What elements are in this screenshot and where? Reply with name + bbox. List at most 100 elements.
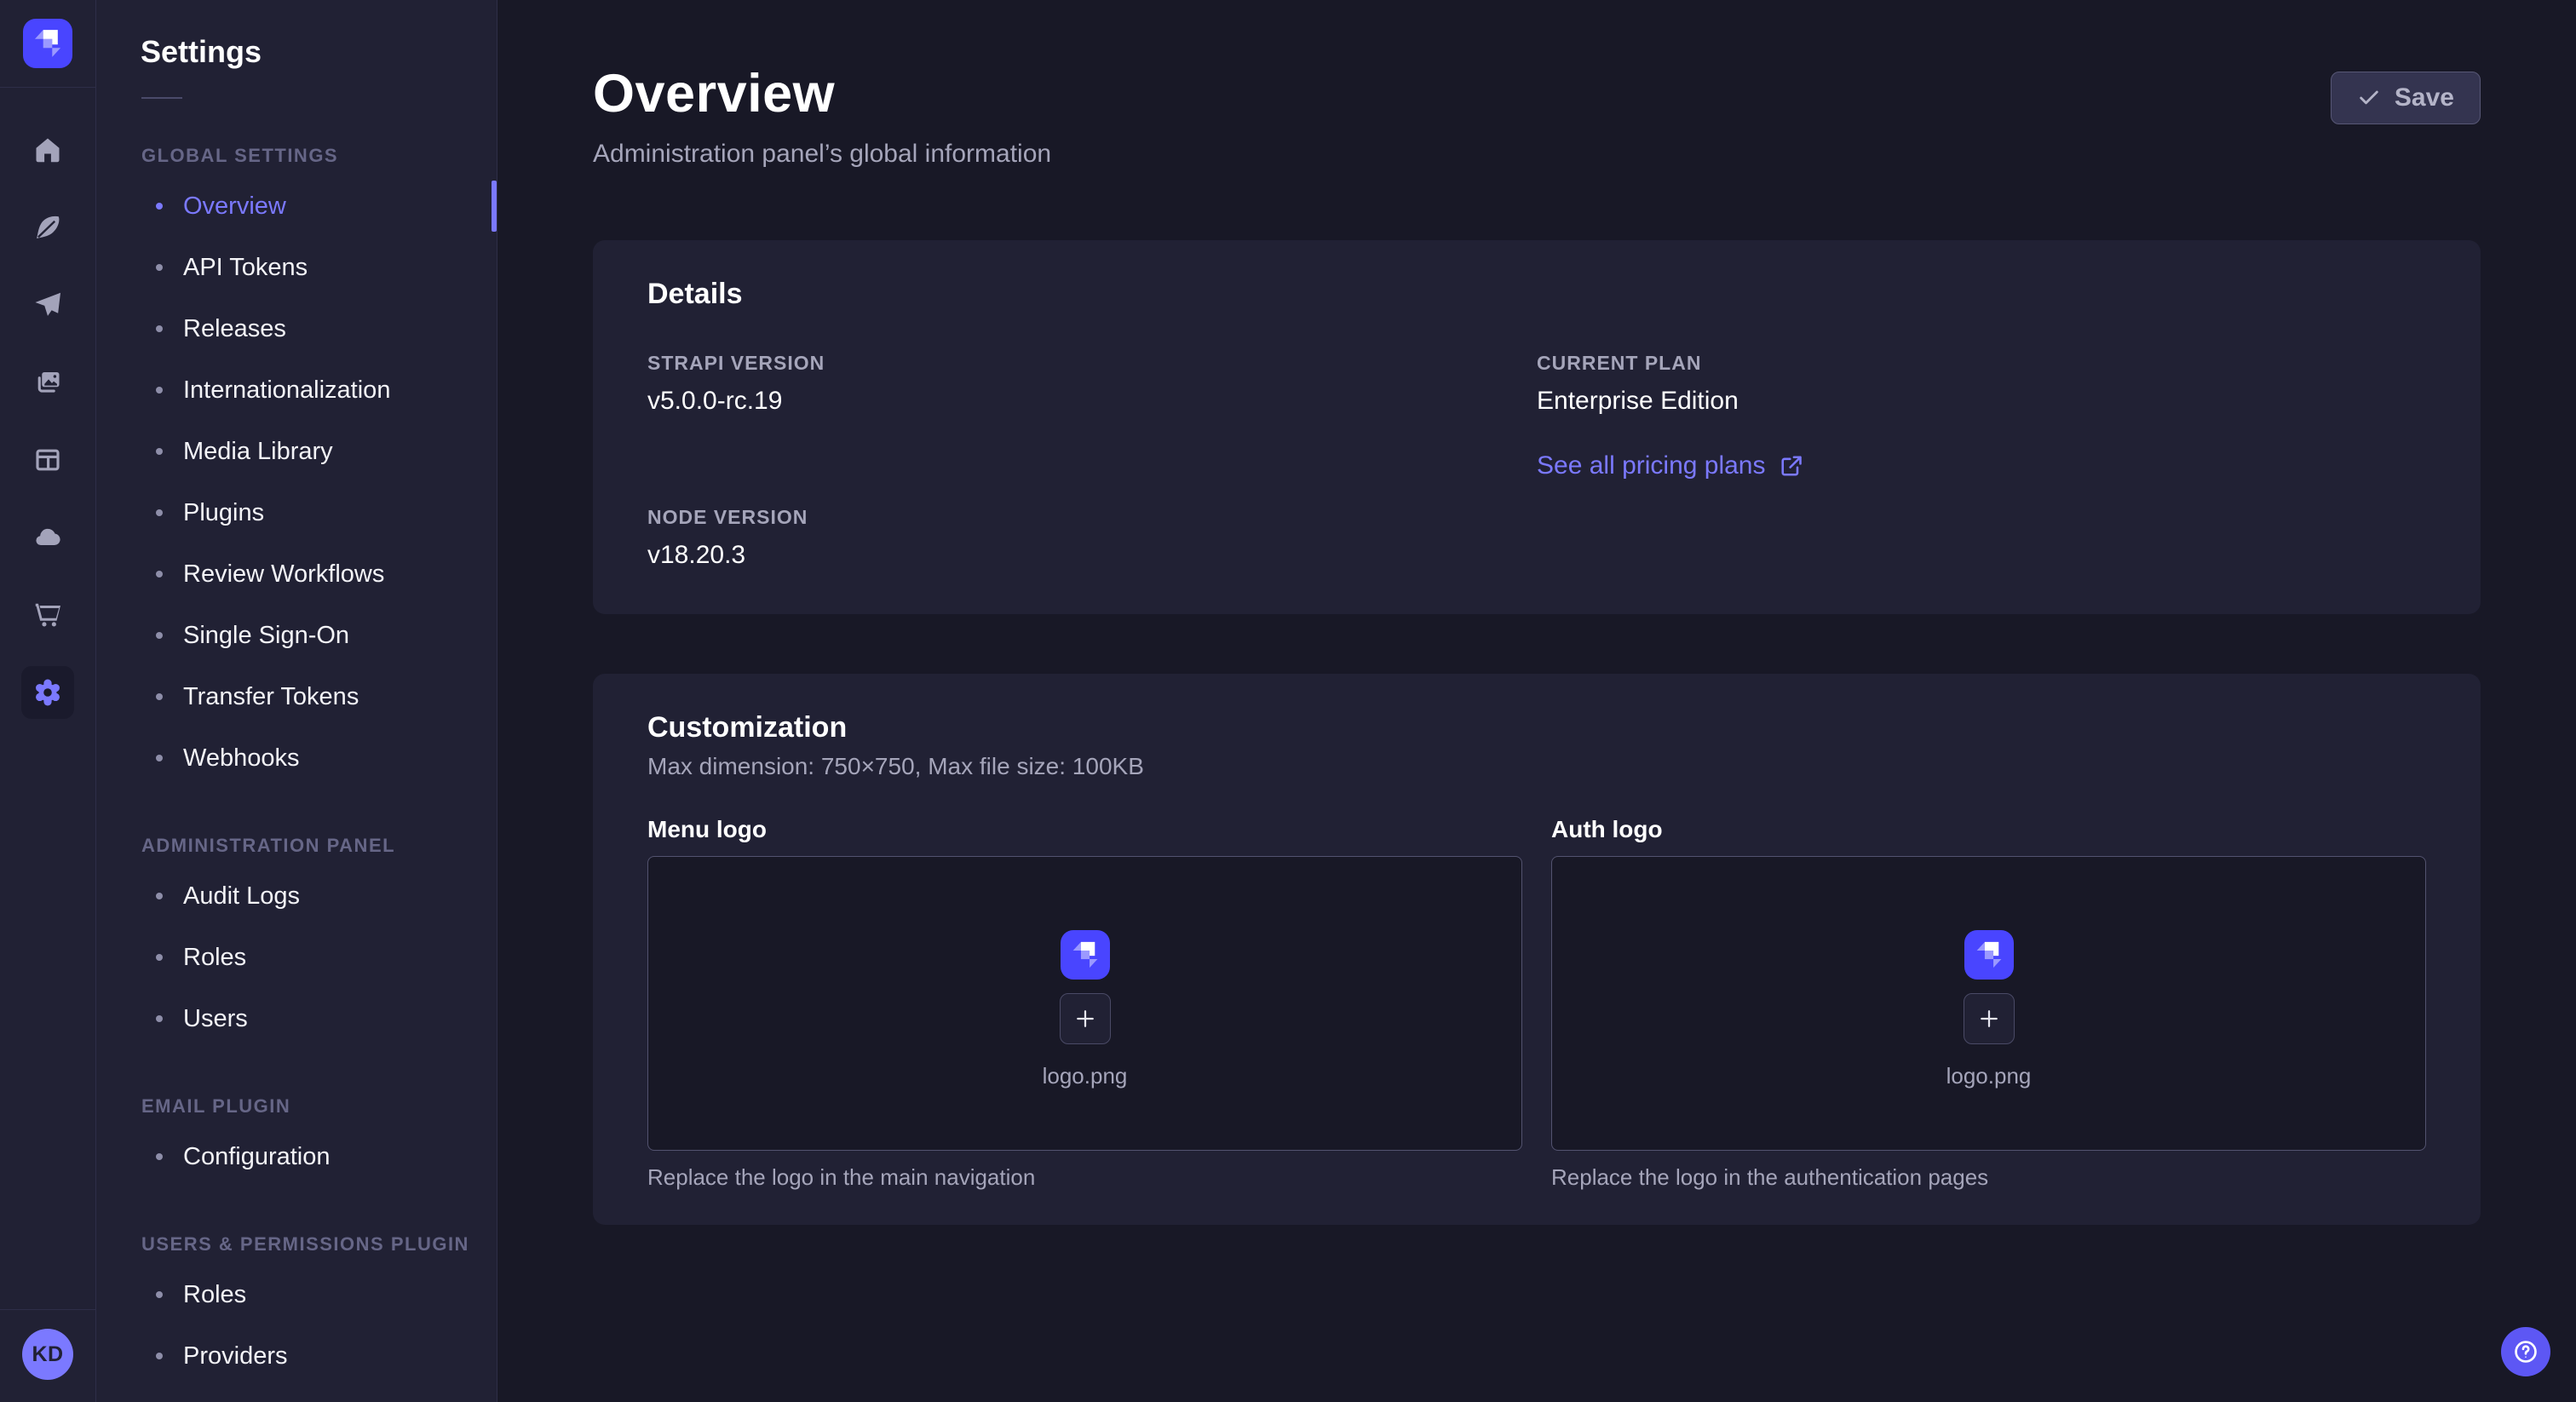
subnav-item-overview[interactable]: Overview — [96, 175, 497, 237]
menu-logo-caption: Replace the logo in the main navigation — [647, 1164, 1522, 1191]
details-left-column: STRAPI VERSION v5.0.0-rc.19 NODE VERSION… — [647, 352, 1537, 570]
users-permissions-list: Roles Providers — [96, 1264, 497, 1387]
bullet-icon — [156, 1291, 163, 1298]
subnav-title: Settings — [141, 34, 497, 70]
page-header: Overview Administration panel’s global i… — [593, 0, 2481, 169]
details-grid: STRAPI VERSION v5.0.0-rc.19 NODE VERSION… — [647, 352, 2426, 570]
auth-logo-preview — [1964, 930, 2014, 980]
details-title: Details — [647, 278, 2426, 311]
menu-logo-label: Menu logo — [647, 816, 1522, 843]
home-icon[interactable] — [24, 126, 72, 174]
administration-panel-list: Audit Logs Roles Users — [96, 865, 497, 1049]
pricing-plans-link[interactable]: See all pricing plans — [1537, 451, 1803, 480]
menu-logo-block: Menu logo logo.png Replace the logo in t… — [647, 816, 1522, 1191]
feather-content-icon[interactable] — [24, 204, 72, 251]
marketplace-cart-icon[interactable] — [24, 591, 72, 639]
auth-logo-label: Auth logo — [1551, 816, 2426, 843]
subnav-item-plugins[interactable]: Plugins — [96, 482, 497, 543]
subnav-divider — [141, 97, 182, 99]
bullet-icon — [156, 893, 163, 899]
bullet-icon — [156, 571, 163, 577]
bullet-icon — [156, 448, 163, 455]
menu-logo-dropzone[interactable]: logo.png — [647, 856, 1522, 1151]
user-avatar[interactable]: KD — [22, 1329, 73, 1380]
page-title: Overview — [593, 63, 1051, 124]
bullet-icon — [156, 693, 163, 700]
page-subtitle: Administration panel’s global informatio… — [593, 140, 1051, 169]
subnav-item-admin-roles[interactable]: Roles — [96, 927, 497, 988]
content-layout-icon[interactable] — [24, 436, 72, 484]
subnav-item-single-sign-on[interactable]: Single Sign-On — [96, 605, 497, 666]
rail-icon-list — [21, 88, 74, 719]
bullet-icon — [156, 264, 163, 271]
bullet-icon — [156, 1153, 163, 1160]
strapi-logo-icon — [1974, 937, 2004, 973]
subnav-item-up-roles[interactable]: Roles — [96, 1264, 497, 1325]
node-version-field: NODE VERSION v18.20.3 — [647, 506, 1537, 570]
plus-icon — [1976, 1006, 2002, 1031]
bullet-icon — [156, 954, 163, 961]
auth-logo-add-button[interactable] — [1964, 993, 2015, 1044]
media-library-icon[interactable] — [24, 359, 72, 406]
subnav-item-transfer-tokens[interactable]: Transfer Tokens — [96, 666, 497, 727]
help-button[interactable] — [2501, 1327, 2550, 1376]
paper-plane-icon[interactable] — [24, 281, 72, 329]
help-question-icon — [2512, 1338, 2539, 1365]
subnav-item-webhooks[interactable]: Webhooks — [96, 727, 497, 789]
plus-icon — [1072, 1006, 1098, 1031]
bullet-icon — [156, 755, 163, 761]
global-settings-list: Overview API Tokens Releases Internation… — [96, 175, 497, 789]
rail-bottom-divider — [0, 1309, 95, 1310]
strapi-admin-settings-page: KD Settings GLOBAL SETTINGS Overview API… — [0, 0, 2576, 1402]
checkmark-icon — [2357, 86, 2381, 110]
subnav-item-releases[interactable]: Releases — [96, 298, 497, 359]
current-plan-field: CURRENT PLAN Enterprise Edition — [1537, 352, 2426, 416]
details-right-column: CURRENT PLAN Enterprise Edition See all … — [1537, 352, 2426, 570]
auth-logo-filename: logo.png — [1946, 1063, 2032, 1089]
subnav-item-audit-logs[interactable]: Audit Logs — [96, 865, 497, 927]
details-card: Details STRAPI VERSION v5.0.0-rc.19 NODE… — [593, 240, 2481, 614]
menu-logo-filename: logo.png — [1043, 1063, 1128, 1089]
email-plugin-list: Configuration — [96, 1126, 497, 1187]
page-title-block: Overview Administration panel’s global i… — [593, 63, 1051, 169]
subnav-item-admin-users[interactable]: Users — [96, 988, 497, 1049]
settings-gear-icon[interactable] — [21, 666, 74, 719]
logo-upload-grid: Menu logo logo.png Replace the logo in t… — [647, 816, 2426, 1191]
auth-logo-dropzone[interactable]: logo.png — [1551, 856, 2426, 1151]
bullet-icon — [156, 1015, 163, 1022]
strapi-logo[interactable] — [23, 19, 72, 68]
bullet-icon — [156, 325, 163, 332]
settings-subnav: Settings GLOBAL SETTINGS Overview API To… — [96, 0, 497, 1402]
subnav-item-internationalization[interactable]: Internationalization — [96, 359, 497, 421]
subnav-item-media-library[interactable]: Media Library — [96, 421, 497, 482]
active-indicator — [492, 181, 497, 232]
external-link-icon — [1780, 454, 1803, 478]
main-content: Overview Administration panel’s global i… — [497, 0, 2576, 1402]
bullet-icon — [156, 1353, 163, 1359]
bullet-icon — [156, 509, 163, 516]
rail-bottom: KD — [0, 1309, 95, 1402]
section-administration-panel: ADMINISTRATION PANEL — [141, 835, 497, 857]
subnav-item-review-workflows[interactable]: Review Workflows — [96, 543, 497, 605]
bullet-icon — [156, 632, 163, 639]
strapi-logo-icon — [32, 25, 64, 62]
customization-card: Customization Max dimension: 750×750, Ma… — [593, 674, 2481, 1225]
subnav-item-up-providers[interactable]: Providers — [96, 1325, 497, 1387]
bullet-icon — [156, 203, 163, 210]
customization-title: Customization — [647, 711, 2426, 744]
subnav-item-email-configuration[interactable]: Configuration — [96, 1126, 497, 1187]
section-users-permissions-plugin: USERS & PERMISSIONS PLUGIN — [141, 1233, 497, 1255]
section-global-settings: GLOBAL SETTINGS — [141, 145, 497, 167]
bullet-icon — [156, 387, 163, 394]
save-button[interactable]: Save — [2331, 72, 2481, 124]
subnav-item-api-tokens[interactable]: API Tokens — [96, 237, 497, 298]
menu-logo-add-button[interactable] — [1060, 993, 1111, 1044]
section-email-plugin: EMAIL PLUGIN — [141, 1095, 497, 1118]
auth-logo-block: Auth logo logo.png Replace the logo in t… — [1551, 816, 2426, 1191]
customization-subtitle: Max dimension: 750×750, Max file size: 1… — [647, 753, 2426, 780]
menu-logo-preview — [1061, 930, 1110, 980]
strapi-logo-icon — [1070, 937, 1101, 973]
main-nav-rail: KD — [0, 0, 96, 1402]
cloud-icon[interactable] — [24, 514, 72, 561]
auth-logo-caption: Replace the logo in the authentication p… — [1551, 1164, 2426, 1191]
